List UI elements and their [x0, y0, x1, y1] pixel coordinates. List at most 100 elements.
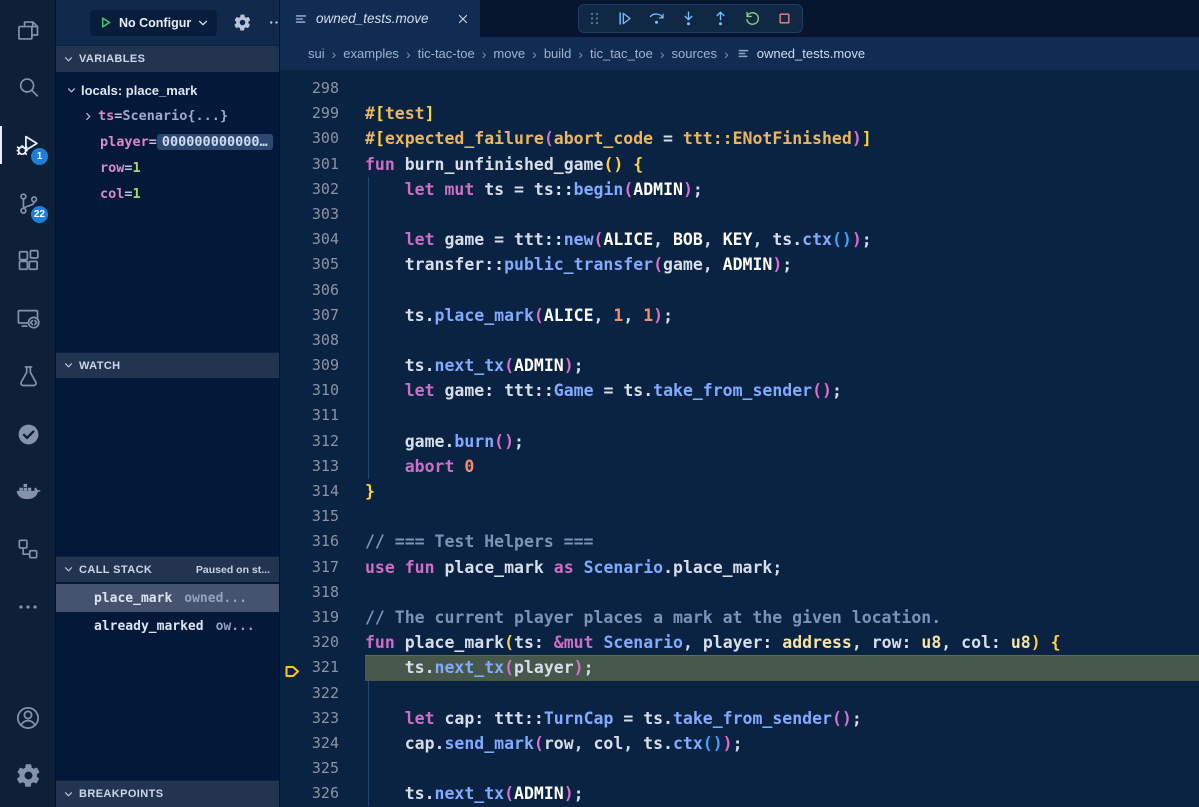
- code-line[interactable]: 310 let game: ttt::Game = ts.take_from_s…: [280, 378, 1199, 403]
- line-number[interactable]: 320: [280, 630, 365, 655]
- code-line[interactable]: 320fun place_mark(ts: &mut Scenario, pla…: [280, 630, 1199, 655]
- start-debug-button[interactable]: No Configur: [90, 10, 217, 36]
- code-text[interactable]: [365, 76, 1199, 101]
- code-line[interactable]: 312 game.burn();: [280, 429, 1199, 454]
- extensions-icon[interactable]: [0, 238, 56, 282]
- line-number[interactable]: 306: [280, 278, 365, 303]
- code-text[interactable]: [365, 278, 1199, 303]
- line-number[interactable]: 304: [280, 227, 365, 252]
- code-line[interactable]: 321 ts.next_tx(player);: [280, 655, 1199, 680]
- code-line[interactable]: 303: [280, 202, 1199, 227]
- line-number[interactable]: 323: [280, 706, 365, 731]
- code-text[interactable]: cap.send_mark(row, col, ts.ctx());: [365, 731, 1199, 756]
- line-number[interactable]: 314: [280, 479, 365, 504]
- code-line[interactable]: 304 let game = ttt::new(ALICE, BOB, KEY,…: [280, 227, 1199, 252]
- line-number[interactable]: 311: [280, 403, 365, 428]
- code-line[interactable]: 301fun burn_unfinished_game() {: [280, 152, 1199, 177]
- code-line[interactable]: 325: [280, 756, 1199, 781]
- test-results-check-icon[interactable]: [0, 412, 56, 456]
- variable-value-selected[interactable]: 000000000000…: [157, 134, 273, 150]
- code-line[interactable]: 313 abort 0: [280, 454, 1199, 479]
- run-and-debug-icon[interactable]: 1: [0, 123, 56, 167]
- code-text[interactable]: ts.place_mark(ALICE, 1, 1);: [365, 303, 1199, 328]
- call-stack-section-header[interactable]: CALL STACK Paused on st...: [56, 556, 279, 582]
- code-text[interactable]: use fun place_mark as Scenario.place_mar…: [365, 555, 1199, 580]
- line-number[interactable]: 321: [280, 655, 365, 680]
- code-line[interactable]: 302 let mut ts = ts::begin(ADMIN);: [280, 177, 1199, 202]
- code-text[interactable]: fun place_mark(ts: &mut Scenario, player…: [365, 630, 1199, 655]
- step-out-button-icon[interactable]: [711, 9, 730, 28]
- code-text[interactable]: game.burn();: [365, 429, 1199, 454]
- line-number[interactable]: 326: [280, 781, 365, 806]
- code-text[interactable]: // The current player places a mark at t…: [365, 605, 1199, 630]
- step-into-button-icon[interactable]: [679, 9, 698, 28]
- breakpoints-section-header[interactable]: BREAKPOINTS: [56, 780, 279, 807]
- line-number[interactable]: 316: [280, 529, 365, 554]
- breadcrumb-item[interactable]: examples: [343, 46, 399, 61]
- stack-frame[interactable]: place_mark owned...: [56, 584, 279, 612]
- code-text[interactable]: [365, 328, 1199, 353]
- variable-row-row[interactable]: row = 1: [56, 155, 279, 181]
- line-number[interactable]: 301: [280, 152, 365, 177]
- code-line[interactable]: 307 ts.place_mark(ALICE, 1, 1);: [280, 303, 1199, 328]
- code-text[interactable]: [365, 202, 1199, 227]
- line-number[interactable]: 324: [280, 731, 365, 756]
- code-line[interactable]: 323 let cap: ttt::TurnCap = ts.take_from…: [280, 706, 1199, 731]
- settings-gear-icon[interactable]: [0, 753, 56, 797]
- code-area[interactable]: 298299#[test]300#[expected_failure(abort…: [280, 70, 1199, 807]
- line-number[interactable]: 302: [280, 177, 365, 202]
- code-line[interactable]: 298: [280, 76, 1199, 101]
- explorer-icon[interactable]: [0, 8, 56, 52]
- toolbar-drag-handle-icon[interactable]: [587, 10, 602, 27]
- code-line[interactable]: 308: [280, 328, 1199, 353]
- continue-button-icon[interactable]: [615, 9, 634, 28]
- code-text[interactable]: let mut ts = ts::begin(ADMIN);: [365, 177, 1199, 202]
- code-line[interactable]: 317use fun place_mark as Scenario.place_…: [280, 555, 1199, 580]
- restart-button-icon[interactable]: [743, 9, 762, 28]
- chevron-right-icon[interactable]: [83, 111, 94, 122]
- code-text[interactable]: }: [365, 479, 1199, 504]
- line-number[interactable]: 299: [280, 101, 365, 126]
- stop-button-icon[interactable]: [775, 9, 794, 28]
- line-number[interactable]: 312: [280, 429, 365, 454]
- close-icon[interactable]: [456, 12, 470, 26]
- code-line[interactable]: 322: [280, 681, 1199, 706]
- search-icon[interactable]: [0, 65, 56, 109]
- code-text[interactable]: ts.next_tx(player);: [365, 655, 1199, 680]
- code-line[interactable]: 306: [280, 278, 1199, 303]
- breadcrumb-item[interactable]: build: [544, 46, 571, 61]
- code-text[interactable]: [365, 681, 1199, 706]
- code-text[interactable]: // === Test Helpers ===: [365, 529, 1199, 554]
- code-text[interactable]: let game: ttt::Game = ts.take_from_sende…: [365, 378, 1199, 403]
- code-text[interactable]: let game = ttt::new(ALICE, BOB, KEY, ts.…: [365, 227, 1199, 252]
- code-line[interactable]: 316// === Test Helpers ===: [280, 529, 1199, 554]
- breadcrumb-item[interactable]: tic_tac_toe: [590, 46, 653, 61]
- code-text[interactable]: fun burn_unfinished_game() {: [365, 152, 1199, 177]
- line-number[interactable]: 310: [280, 378, 365, 403]
- code-line[interactable]: 314}: [280, 479, 1199, 504]
- line-number[interactable]: 308: [280, 328, 365, 353]
- code-text[interactable]: [365, 580, 1199, 605]
- code-text[interactable]: [365, 504, 1199, 529]
- line-number[interactable]: 315: [280, 504, 365, 529]
- line-number[interactable]: 319: [280, 605, 365, 630]
- line-number[interactable]: 317: [280, 555, 365, 580]
- variables-section-header[interactable]: VARIABLES: [56, 45, 279, 72]
- line-number[interactable]: 325: [280, 756, 365, 781]
- code-line[interactable]: 326 ts.next_tx(ADMIN);: [280, 781, 1199, 806]
- watch-section-header[interactable]: WATCH: [56, 352, 279, 378]
- testing-beaker-icon[interactable]: [0, 354, 56, 398]
- step-over-button-icon[interactable]: [647, 9, 666, 28]
- breadcrumb-file[interactable]: owned_tests.move: [736, 46, 865, 61]
- code-line[interactable]: 324 cap.send_mark(row, col, ts.ctx());: [280, 731, 1199, 756]
- line-number[interactable]: 305: [280, 252, 365, 277]
- outline-hierarchy-icon[interactable]: [0, 527, 56, 571]
- code-line[interactable]: 319// The current player places a mark a…: [280, 605, 1199, 630]
- code-text[interactable]: ts.next_tx(ADMIN);: [365, 353, 1199, 378]
- tab-owned-tests[interactable]: owned_tests.move: [280, 0, 480, 37]
- breadcrumb-item[interactable]: move: [493, 46, 525, 61]
- variable-row-ts[interactable]: ts = Scenario{...}: [56, 103, 279, 129]
- line-number[interactable]: 318: [280, 580, 365, 605]
- breadcrumb-item[interactable]: tic-tac-toe: [418, 46, 475, 61]
- line-number[interactable]: 322: [280, 681, 365, 706]
